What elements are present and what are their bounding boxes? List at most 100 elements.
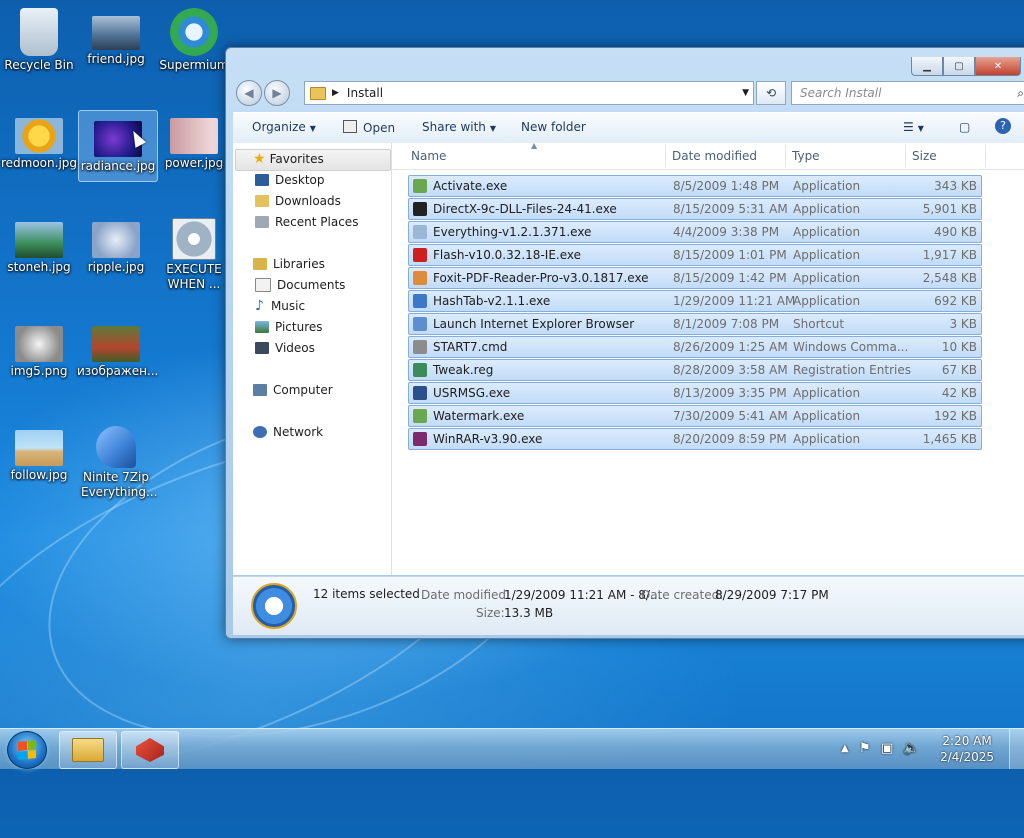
desktop-icon-ripple[interactable]: ripple.jpg	[77, 222, 155, 275]
taskbar: ▲ ⚑ ▣ 🔈 2:20 AM 2/4/2025	[0, 728, 1024, 769]
chevron-down-icon[interactable]: ▼	[742, 88, 749, 98]
table-row[interactable]: USRMSG.exe 8/13/2009 3:35 PM Application 42…	[408, 382, 982, 404]
organize-button[interactable]: Organize ▼	[252, 120, 316, 134]
maximize-button[interactable]: ▢	[943, 57, 975, 76]
nav-videos[interactable]: Videos	[255, 339, 315, 357]
table-row[interactable]: Foxit-PDF-Reader-Pro-v3.0.1817.exe 8/15/2…	[408, 267, 982, 289]
table-row[interactable]: Launch Internet Explorer Browser 8/1/2009…	[408, 313, 982, 335]
desktop-icon-friend[interactable]: friend.jpg	[77, 8, 155, 67]
nav-downloads[interactable]: Downloads	[255, 192, 341, 210]
desktop-icon-img5[interactable]: img5.png	[0, 326, 78, 379]
desktop-icon-ninite[interactable]: Ninite 7Zip Everything...	[77, 426, 158, 500]
desktop-icon-follow[interactable]: follow.jpg	[0, 430, 78, 483]
file-icon	[413, 294, 427, 308]
file-date-modified: 8/28/2009 3:58 AM	[673, 363, 788, 377]
notification-area: ▲ ⚑ ▣ 🔈 2:20 AM 2/4/2025	[839, 729, 1024, 769]
table-row[interactable]: DirectX-9c-DLL-Files-24-41.exe 8/15/2009 …	[408, 198, 982, 220]
search-placeholder: Search Install	[800, 86, 882, 100]
preview-pane-button[interactable]: ▢	[959, 120, 970, 134]
downloads-icon	[255, 195, 269, 207]
desktop-icon-supermium[interactable]: Supermium	[155, 8, 233, 73]
network-icon[interactable]: ▣	[881, 741, 893, 756]
column-header-name[interactable]: Name	[411, 149, 446, 163]
sort-ascending-icon: ▲	[531, 141, 538, 150]
new-folder-button[interactable]: New folder	[521, 120, 586, 134]
desktop-icon-radiance[interactable]: radiance.jpg	[78, 110, 158, 182]
share-with-button[interactable]: Share with ▼	[422, 120, 496, 134]
view-options-button[interactable]: ☰ ▼	[903, 120, 924, 134]
show-desktop-button[interactable]	[1009, 729, 1024, 769]
nav-recent-places[interactable]: Recent Places	[255, 213, 358, 231]
show-hidden-icons-button[interactable]: ▲	[841, 743, 849, 754]
explorer-body: ★ Favorites Desktop Downloads Recent Plac…	[233, 141, 1024, 575]
nav-libraries[interactable]: Libraries	[253, 255, 325, 273]
clock[interactable]: 2:20 AM 2/4/2025	[940, 733, 994, 765]
nav-desktop[interactable]: Desktop	[255, 171, 325, 189]
file-name: Watermark.exe	[433, 409, 525, 423]
nav-computer[interactable]: Computer	[253, 381, 333, 399]
table-row[interactable]: Flash-v10.0.32.18-IE.exe 8/15/2009 1:01 P…	[408, 244, 982, 266]
navigation-pane: ★ Favorites Desktop Downloads Recent Plac…	[233, 143, 392, 575]
table-row[interactable]: Everything-v1.2.1.371.exe 4/4/2009 3:38 P…	[408, 221, 982, 243]
address-bar[interactable]: ▶ Install ▼	[304, 81, 754, 105]
column-header-date-modified[interactable]: Date modified	[672, 149, 757, 163]
column-separator	[905, 145, 906, 167]
help-button[interactable]: ?	[995, 118, 1011, 134]
file-type: Application	[793, 294, 861, 308]
file-type: Application	[793, 409, 861, 423]
desktop-icon-recycle-bin[interactable]: Recycle Bin	[0, 8, 78, 73]
table-row[interactable]: WinRAR-v3.90.exe 8/20/2009 8:59 PM Applica…	[408, 428, 982, 450]
nav-music[interactable]: ♪ Music	[255, 297, 305, 315]
file-type: Application	[793, 386, 861, 400]
search-input[interactable]: Search Install ⌕	[791, 81, 1024, 105]
file-type: Registration Entries	[793, 363, 911, 377]
breadcrumb-arrow-icon[interactable]: ▶	[332, 88, 339, 98]
taskbar-explorer-button[interactable]	[59, 731, 117, 769]
volume-icon[interactable]: 🔈	[903, 741, 919, 756]
table-row[interactable]: Activate.exe 8/5/2009 1:48 PM Application 3…	[408, 175, 982, 197]
explorer-window[interactable]: ▁ ▢ ✕ ◀ ▶ ▶ Install ▼ ⟲ Search Install ⌕…	[225, 47, 1024, 639]
image-file-icon	[15, 118, 63, 154]
table-row[interactable]: START7.cmd 8/26/2009 1:25 AM Windows Comma…	[408, 336, 982, 358]
selection-count: 12 items selected	[313, 587, 420, 601]
nav-network[interactable]: Network	[253, 423, 323, 441]
desktop-icon-label: Ninite 7Zip Everything...	[81, 470, 158, 499]
network-icon	[253, 426, 267, 438]
desktop-icon-label: radiance.jpg	[80, 159, 156, 173]
forward-button[interactable]: ▶	[264, 80, 290, 106]
refresh-button[interactable]: ⟲	[756, 81, 786, 105]
nav-favorites[interactable]: ★ Favorites	[253, 150, 324, 168]
column-header-type[interactable]: Type	[792, 149, 820, 163]
desktop-icon-execute-when[interactable]: EXECUTE WHEN ...	[155, 218, 233, 292]
details-pane: 12 items selected Date modified: 1/29/20…	[233, 576, 1024, 635]
file-icon	[413, 202, 427, 216]
file-name: Tweak.reg	[433, 363, 494, 377]
command-bar: Organize ▼ Open Share with ▼ New folder ☰ ▼…	[233, 112, 1024, 144]
back-button[interactable]: ◀	[236, 80, 262, 106]
nav-documents[interactable]: Documents	[255, 276, 345, 294]
table-row[interactable]: Watermark.exe 7/30/2009 5:41 AM Applicatio…	[408, 405, 982, 427]
column-headers: Name ▲ Date modified Type Size	[393, 141, 1024, 170]
desktop-icon-power[interactable]: power.jpg	[155, 118, 233, 171]
libraries-icon	[253, 258, 267, 270]
column-header-size[interactable]: Size	[912, 149, 937, 163]
start-button[interactable]	[7, 731, 47, 769]
file-size: 42 KB	[941, 386, 977, 400]
folder-icon	[310, 86, 326, 100]
image-file-icon	[92, 16, 140, 50]
close-button[interactable]: ✕	[975, 57, 1021, 76]
nav-pictures[interactable]: Pictures	[255, 318, 323, 336]
desktop-icon-stoneh[interactable]: stoneh.jpg	[0, 222, 78, 275]
table-row[interactable]: Tweak.reg 8/28/2009 3:58 AM Registration E…	[408, 359, 982, 381]
taskbar-app-button[interactable]	[121, 731, 179, 769]
minimize-button[interactable]: ▁	[911, 57, 943, 76]
desktop-icon-izobrazhen[interactable]: изображен...	[77, 326, 158, 379]
breadcrumb-install[interactable]: Install	[347, 86, 383, 100]
action-center-flag-icon[interactable]: ⚑	[859, 741, 871, 756]
desktop-icon-redmoon[interactable]: redmoon.jpg	[0, 118, 78, 171]
file-date-modified: 4/4/2009 3:38 PM	[673, 225, 780, 239]
recent-places-icon	[255, 216, 269, 228]
table-row[interactable]: HashTab-v2.1.1.exe 1/29/2009 11:21 AM Appl…	[408, 290, 982, 312]
open-button[interactable]: Open	[343, 120, 395, 135]
size-value: 13.3 MB	[504, 606, 554, 620]
